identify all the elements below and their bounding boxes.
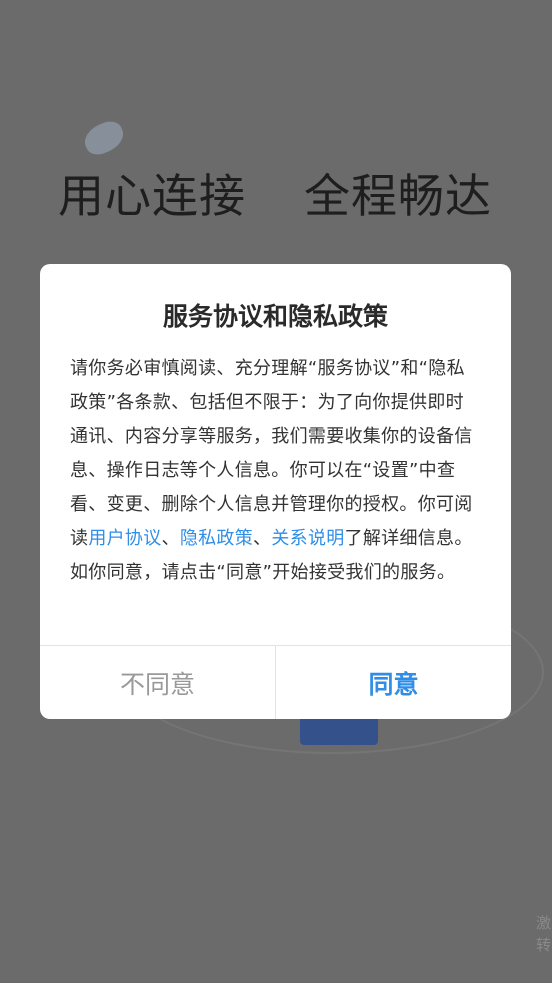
- corner-text: 激转: [536, 914, 552, 954]
- slogan-right: 全程畅达: [304, 169, 492, 223]
- separator: 、: [253, 528, 272, 549]
- dialog-body: 请你务必审慎阅读、充分理解“服务协议”和“隐私政策”各条款、包括但不限于：为了向…: [70, 352, 481, 590]
- privacy-dialog: 服务协议和隐私政策 请你务必审慎阅读、充分理解“服务协议”和“隐私政策”各条款、…: [40, 264, 511, 719]
- agree-button[interactable]: 同意: [276, 646, 511, 719]
- logo-blob-icon: [79, 116, 129, 160]
- dialog-title: 服务协议和隐私政策: [162, 302, 388, 331]
- body-text-before: 请你务必审慎阅读、充分理解“服务协议”和“隐私政策”各条款、包括但不限于：为了向…: [70, 358, 473, 549]
- separator: 、: [161, 528, 180, 549]
- disagree-button[interactable]: 不同意: [40, 646, 276, 719]
- slogan-left: 用心连接: [58, 169, 246, 223]
- relation-explanation-link[interactable]: 关系说明: [271, 528, 344, 549]
- dialog-actions: 不同意 同意: [40, 645, 511, 719]
- privacy-policy-link[interactable]: 隐私政策: [180, 528, 253, 549]
- user-agreement-link[interactable]: 用户协议: [88, 528, 161, 549]
